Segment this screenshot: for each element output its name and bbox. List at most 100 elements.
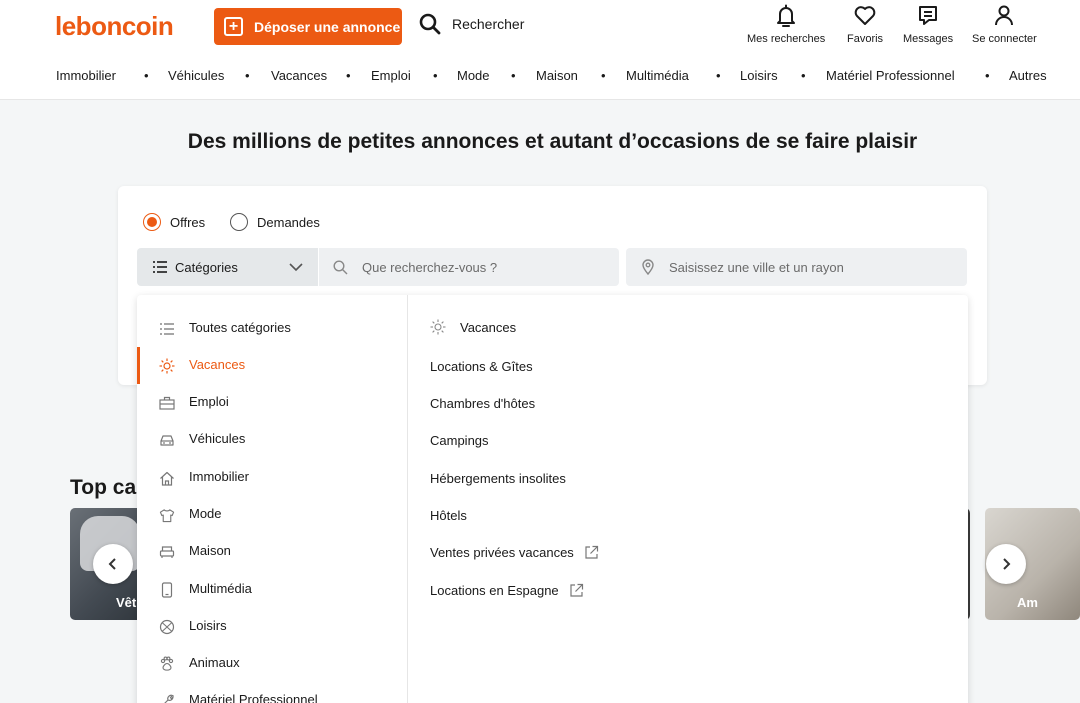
nav-materiel-pro[interactable]: Matériel Professionnel	[826, 68, 955, 83]
plus-icon: +	[224, 17, 243, 36]
carousel-prev-button[interactable]	[93, 544, 133, 584]
hero-title: Des millions de petites annonces et auta…	[187, 130, 918, 153]
nav-mode[interactable]: Mode	[457, 68, 490, 83]
nav-emploi[interactable]: Emploi	[371, 68, 411, 83]
nav-vehicules[interactable]: Véhicules	[168, 68, 224, 83]
favorites-label: Favoris	[847, 33, 884, 45]
dropdown-item-mode[interactable]: Mode	[137, 496, 407, 533]
nav-separator: •	[433, 68, 438, 83]
subcategory-label: Ventes privées vacances	[430, 544, 574, 560]
nav-loisirs[interactable]: Loisirs	[740, 68, 778, 83]
nav-maison[interactable]: Maison	[536, 68, 578, 83]
external-link-icon	[570, 583, 583, 597]
dropdown-item-label: Mode	[189, 506, 222, 521]
nav-immobilier[interactable]: Immobilier	[56, 68, 116, 83]
chevron-left-icon	[108, 558, 116, 570]
category-select[interactable]: Catégories	[137, 248, 318, 286]
radio-checked-icon	[143, 213, 161, 231]
dropdown-item-loisirs[interactable]: Loisirs	[137, 608, 407, 645]
search-link[interactable]: Rechercher	[419, 13, 524, 35]
tile-label: Am	[1017, 595, 1038, 610]
chevron-down-icon	[289, 263, 303, 272]
carousel-next-button[interactable]	[986, 544, 1026, 584]
dropdown-item-label: Animaux	[189, 655, 240, 670]
category-nav: Immobilier • Véhicules • Vacances • Empl…	[0, 68, 1080, 88]
dropdown-item-label: Véhicules	[189, 431, 246, 446]
message-icon	[919, 6, 938, 25]
favorites-button[interactable]: Favoris	[847, 4, 883, 45]
dropdown-item-emploi[interactable]: Emploi	[137, 384, 407, 421]
dropdown-item-label: Immobilier	[189, 469, 249, 484]
dropdown-item-animaux[interactable]: Animaux	[137, 645, 407, 682]
dropdown-item-label: Matériel Professionnel	[189, 692, 318, 703]
login-button[interactable]: Se connecter	[972, 4, 1037, 45]
sun-icon	[430, 319, 446, 335]
dropdown-item-vehicules[interactable]: Véhicules	[137, 421, 407, 458]
post-ad-button[interactable]: + Déposer une annonce	[214, 8, 402, 45]
subcategory-header-label: Vacances	[460, 319, 517, 335]
nav-separator: •	[346, 68, 351, 83]
ball-icon	[159, 619, 175, 635]
dropdown-item-all[interactable]: Toutes catégories	[137, 310, 407, 347]
dropdown-item-immobilier[interactable]: Immobilier	[137, 459, 407, 496]
radio-offers-label: Offres	[170, 214, 206, 230]
search-icon	[333, 259, 348, 274]
subcategory-label: Chambres d'hôtes	[430, 395, 536, 411]
location-field[interactable]	[626, 248, 967, 286]
nav-separator: •	[511, 68, 516, 83]
armchair-icon	[159, 544, 175, 560]
query-field[interactable]	[319, 248, 619, 286]
house-icon	[159, 470, 175, 486]
bell-icon	[777, 4, 796, 27]
radio-requests[interactable]: Demandes	[230, 213, 320, 231]
subcategory-item-external[interactable]: Ventes privées vacances	[430, 542, 599, 562]
dropdown-item-multimedia[interactable]: Multimédia	[137, 571, 407, 608]
shirt-icon	[159, 507, 175, 523]
chevron-right-icon	[1003, 558, 1011, 570]
location-pin-icon	[642, 259, 654, 275]
location-input[interactable]	[669, 259, 909, 275]
search-icon	[419, 13, 441, 35]
subcategory-item[interactable]: Hébergements insolites	[430, 468, 566, 488]
subcategory-item[interactable]: Hôtels	[430, 505, 467, 525]
nav-separator: •	[716, 68, 721, 83]
nav-autres[interactable]: Autres	[1009, 68, 1047, 83]
category-select-label: Catégories	[175, 259, 238, 275]
paw-icon	[159, 656, 175, 672]
dropdown-item-vacances[interactable]: Vacances	[137, 347, 407, 384]
radio-offers[interactable]: Offres	[143, 213, 205, 231]
dropdown-item-label: Multimédia	[189, 581, 252, 596]
my-searches-button[interactable]: Mes recherches	[747, 4, 825, 45]
nav-separator: •	[601, 68, 606, 83]
subcategory-item[interactable]: Locations & Gîtes	[430, 356, 533, 376]
messages-label: Messages	[903, 33, 954, 45]
radio-unchecked-icon	[230, 213, 248, 231]
nav-multimedia[interactable]: Multimédia	[626, 68, 689, 83]
login-label: Se connecter	[972, 33, 1037, 45]
subcategory-label: Hébergements insolites	[430, 470, 566, 486]
leboncoin-logo[interactable]: leboncoin	[55, 11, 174, 42]
dropdown-item-label: Loisirs	[189, 618, 227, 633]
subcategory-header[interactable]: Vacances	[430, 319, 516, 335]
dropdown-item-label: Maison	[189, 543, 231, 558]
briefcase-icon	[159, 395, 175, 411]
nav-separator: •	[985, 68, 990, 83]
query-input[interactable]	[362, 259, 602, 275]
search-link-label: Rechercher	[452, 16, 525, 32]
dropdown-item-materiel-pro[interactable]: Matériel Professionnel	[137, 682, 407, 703]
radio-requests-label: Demandes	[257, 214, 320, 230]
dropdown-item-label: Vacances	[189, 357, 246, 372]
subcategory-item[interactable]: Campings	[430, 430, 489, 450]
sun-icon	[159, 358, 175, 374]
subcategory-label: Campings	[430, 432, 489, 448]
subcategory-label: Locations & Gîtes	[430, 358, 533, 374]
subcategory-item[interactable]: Chambres d'hôtes	[430, 393, 535, 413]
dropdown-item-label: Emploi	[189, 394, 229, 409]
subcategory-label: Locations en Espagne	[430, 582, 559, 598]
tool-icon	[159, 693, 175, 703]
subcategory-item-external[interactable]: Locations en Espagne	[430, 580, 584, 600]
nav-vacances[interactable]: Vacances	[271, 68, 327, 83]
messages-button[interactable]: Messages	[903, 4, 953, 45]
dropdown-item-maison[interactable]: Maison	[137, 533, 407, 570]
site-header: leboncoin + Déposer une annonce Recherch…	[0, 0, 1080, 100]
